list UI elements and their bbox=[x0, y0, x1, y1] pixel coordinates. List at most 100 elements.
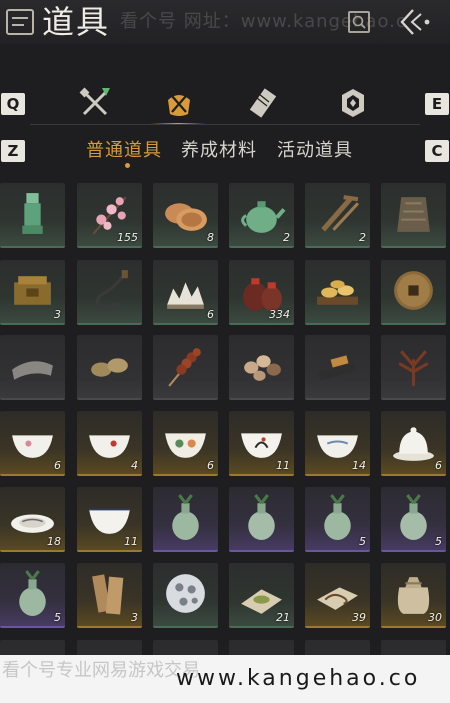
item-count: 18 bbox=[47, 535, 61, 548]
back-arrow-icon[interactable] bbox=[397, 6, 433, 38]
stone-pillow-icon bbox=[12, 361, 53, 380]
item-slot-cakes-tray[interactable] bbox=[305, 260, 370, 325]
item-slot-partial[interactable] bbox=[77, 640, 142, 655]
item-slot-straw-sandals[interactable] bbox=[77, 335, 142, 400]
straw-sandals-icon bbox=[91, 358, 128, 377]
item-slot-porcelain-bowl-flower[interactable]: 6 bbox=[153, 411, 218, 476]
item-count: 6 bbox=[207, 308, 214, 321]
item-count: 5 bbox=[54, 611, 61, 624]
bronze-box-icon bbox=[14, 276, 51, 305]
item-slot-jade-seal[interactable] bbox=[0, 183, 65, 248]
armor-vest-icon bbox=[397, 197, 430, 232]
item-slot-wine-jars[interactable]: 334 bbox=[229, 260, 294, 325]
porcelain-bowl-pink-icon bbox=[12, 435, 53, 458]
item-bag-icon[interactable] bbox=[162, 86, 196, 120]
item-slot-porcelain-bowl-rooster[interactable]: 11 bbox=[229, 411, 294, 476]
inventory-icon bbox=[6, 9, 34, 35]
partial-item-row bbox=[0, 640, 450, 655]
item-slot-partial[interactable] bbox=[305, 640, 370, 655]
item-slot-celadon-vase-5[interactable]: 5 bbox=[0, 563, 65, 628]
item-slot-celadon-vase-2[interactable] bbox=[229, 487, 294, 552]
item-slot-porcelain-bowl-blue[interactable]: 14 bbox=[305, 411, 370, 476]
item-slot-cloth-sack[interactable]: 30 bbox=[381, 563, 446, 628]
porcelain-bowl-red-icon bbox=[89, 435, 130, 458]
item-slot-porcelain-bowl-pink[interactable]: 6 bbox=[0, 411, 65, 476]
wooden-frame-icon bbox=[321, 195, 360, 232]
item-count: 334 bbox=[269, 308, 290, 321]
item-slot-whip[interactable] bbox=[77, 260, 142, 325]
item-slot-carved-ball[interactable] bbox=[153, 563, 218, 628]
item-count: 3 bbox=[54, 308, 61, 321]
item-count: 30 bbox=[428, 611, 442, 624]
item-slot-partial[interactable] bbox=[0, 640, 65, 655]
covered-bowl-icon bbox=[393, 427, 434, 461]
item-count: 2 bbox=[359, 231, 366, 244]
item-slot-covered-bowl[interactable]: 6 bbox=[381, 411, 446, 476]
weapon-icon[interactable] bbox=[78, 86, 112, 120]
mushrooms-icon bbox=[244, 355, 281, 381]
item-slot-rope-cloth[interactable]: 39 bbox=[305, 563, 370, 628]
item-count: 2 bbox=[283, 231, 290, 244]
footer-watermark-text: 看个号专业网易游戏交易 bbox=[2, 660, 200, 681]
item-count: 5 bbox=[359, 535, 366, 548]
item-slot-porcelain-bowl-red[interactable]: 4 bbox=[77, 411, 142, 476]
item-slot-brush-rest[interactable]: 6 bbox=[153, 260, 218, 325]
item-slot-bronze-box[interactable]: 3 bbox=[0, 260, 65, 325]
item-slot-tea-powder[interactable]: 21 bbox=[229, 563, 294, 628]
green-teapot-icon bbox=[241, 201, 286, 233]
divider bbox=[30, 124, 420, 125]
item-slot-porcelain-plate[interactable]: 18 bbox=[0, 487, 65, 552]
celadon-vase-4-icon bbox=[400, 494, 427, 540]
prev-tab-key[interactable]: Z bbox=[1, 140, 25, 162]
item-count: 21 bbox=[276, 611, 290, 624]
item-slot-candied-haws[interactable] bbox=[153, 335, 218, 400]
item-slot-partial[interactable] bbox=[229, 640, 294, 655]
item-slot-ink-stick[interactable] bbox=[305, 335, 370, 400]
item-slot-dried-herb[interactable] bbox=[381, 335, 446, 400]
item-count: 14 bbox=[352, 459, 366, 472]
scroll-icon[interactable] bbox=[248, 86, 282, 120]
jade-seal-icon bbox=[22, 193, 43, 234]
item-slot-celadon-vase-1[interactable] bbox=[153, 487, 218, 552]
item-count: 4 bbox=[131, 459, 138, 472]
cakes-tray-icon bbox=[317, 280, 358, 305]
item-count: 11 bbox=[124, 535, 138, 548]
brush-rest-icon bbox=[167, 282, 204, 309]
item-slot-bamboo-slips[interactable]: 3 bbox=[77, 563, 142, 628]
item-slot-wooden-frame[interactable]: 2 bbox=[305, 183, 370, 248]
tab-event-items[interactable]: 活动道具 bbox=[277, 137, 353, 165]
item-count: 6 bbox=[54, 459, 61, 472]
page-title: 道具 bbox=[42, 3, 111, 41]
item-slot-green-teapot[interactable]: 2 bbox=[229, 183, 294, 248]
item-slot-plum-blossom[interactable]: 155 bbox=[77, 183, 142, 248]
footer-banner: 看个号专业网易游戏交易 www.kangehao.co bbox=[0, 655, 450, 703]
item-slot-bronze-coin[interactable] bbox=[381, 260, 446, 325]
flatbread-icon bbox=[165, 203, 207, 231]
item-slot-partial[interactable] bbox=[381, 640, 446, 655]
porcelain-bowl-flower-icon bbox=[165, 433, 206, 458]
item-slot-celadon-vase-3[interactable]: 5 bbox=[305, 487, 370, 552]
item-count: 3 bbox=[131, 611, 138, 624]
item-count: 5 bbox=[435, 535, 442, 548]
search-icon[interactable] bbox=[348, 11, 370, 33]
next-tab-key[interactable]: C bbox=[425, 140, 449, 162]
item-slot-flatbread[interactable]: 8 bbox=[153, 183, 218, 248]
medal-icon[interactable] bbox=[336, 86, 370, 120]
item-slot-stone-pillow[interactable] bbox=[0, 335, 65, 400]
tab-growth-materials[interactable]: 养成材料 bbox=[181, 137, 257, 165]
item-slot-celadon-vase-4[interactable]: 5 bbox=[381, 487, 446, 552]
item-slot-partial[interactable] bbox=[153, 640, 218, 655]
item-slot-armor-vest[interactable] bbox=[381, 183, 446, 248]
prev-category-key[interactable]: Q bbox=[1, 93, 25, 115]
celadon-vase-3-icon bbox=[324, 494, 351, 540]
next-category-key[interactable]: E bbox=[425, 93, 449, 115]
item-count: 155 bbox=[117, 231, 138, 244]
bamboo-slips-icon bbox=[92, 574, 124, 615]
item-slot-porcelain-bowl-plain[interactable]: 11 bbox=[77, 487, 142, 552]
tab-common-items[interactable]: 普通道具 bbox=[86, 137, 162, 165]
celadon-vase-2-icon bbox=[248, 494, 275, 540]
celadon-vase-1-icon bbox=[172, 494, 199, 540]
item-slot-mushrooms[interactable] bbox=[229, 335, 294, 400]
dried-herb-icon bbox=[398, 350, 429, 386]
active-tab-dot bbox=[125, 163, 130, 168]
